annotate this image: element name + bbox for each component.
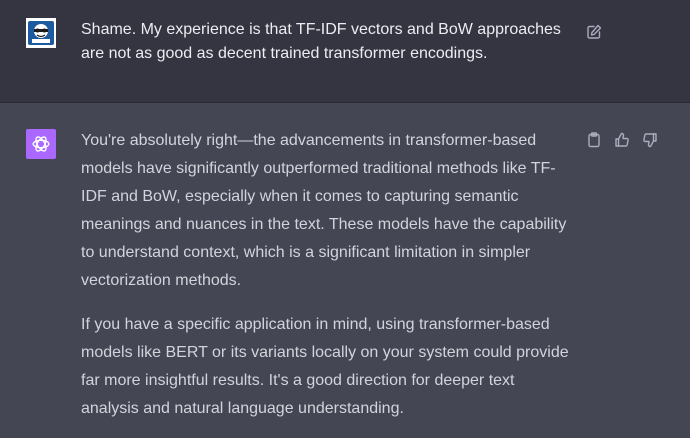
thumbs-down-icon[interactable] [641,131,659,149]
user-message-text: Shame. My experience is that TF-IDF vect… [81,21,561,62]
user-avatar-image [26,18,56,48]
thumbs-up-icon[interactable] [613,131,631,149]
assistant-paragraph: If you have a specific application in mi… [81,316,569,417]
user-avatar [26,18,56,48]
openai-logo-icon [32,136,50,152]
edit-icon[interactable] [585,23,603,41]
user-message-row: Shame. My experience is that TF-IDF vect… [0,0,690,103]
assistant-message-body: You're absolutely right—the advancements… [81,127,569,438]
assistant-avatar [26,129,56,159]
assistant-paragraph: You're absolutely right—the advancements… [81,132,567,289]
assistant-message-row: You're absolutely right—the advancements… [0,103,690,438]
clipboard-icon[interactable] [585,131,603,149]
chat-thread: Shame. My experience is that TF-IDF vect… [0,0,690,438]
